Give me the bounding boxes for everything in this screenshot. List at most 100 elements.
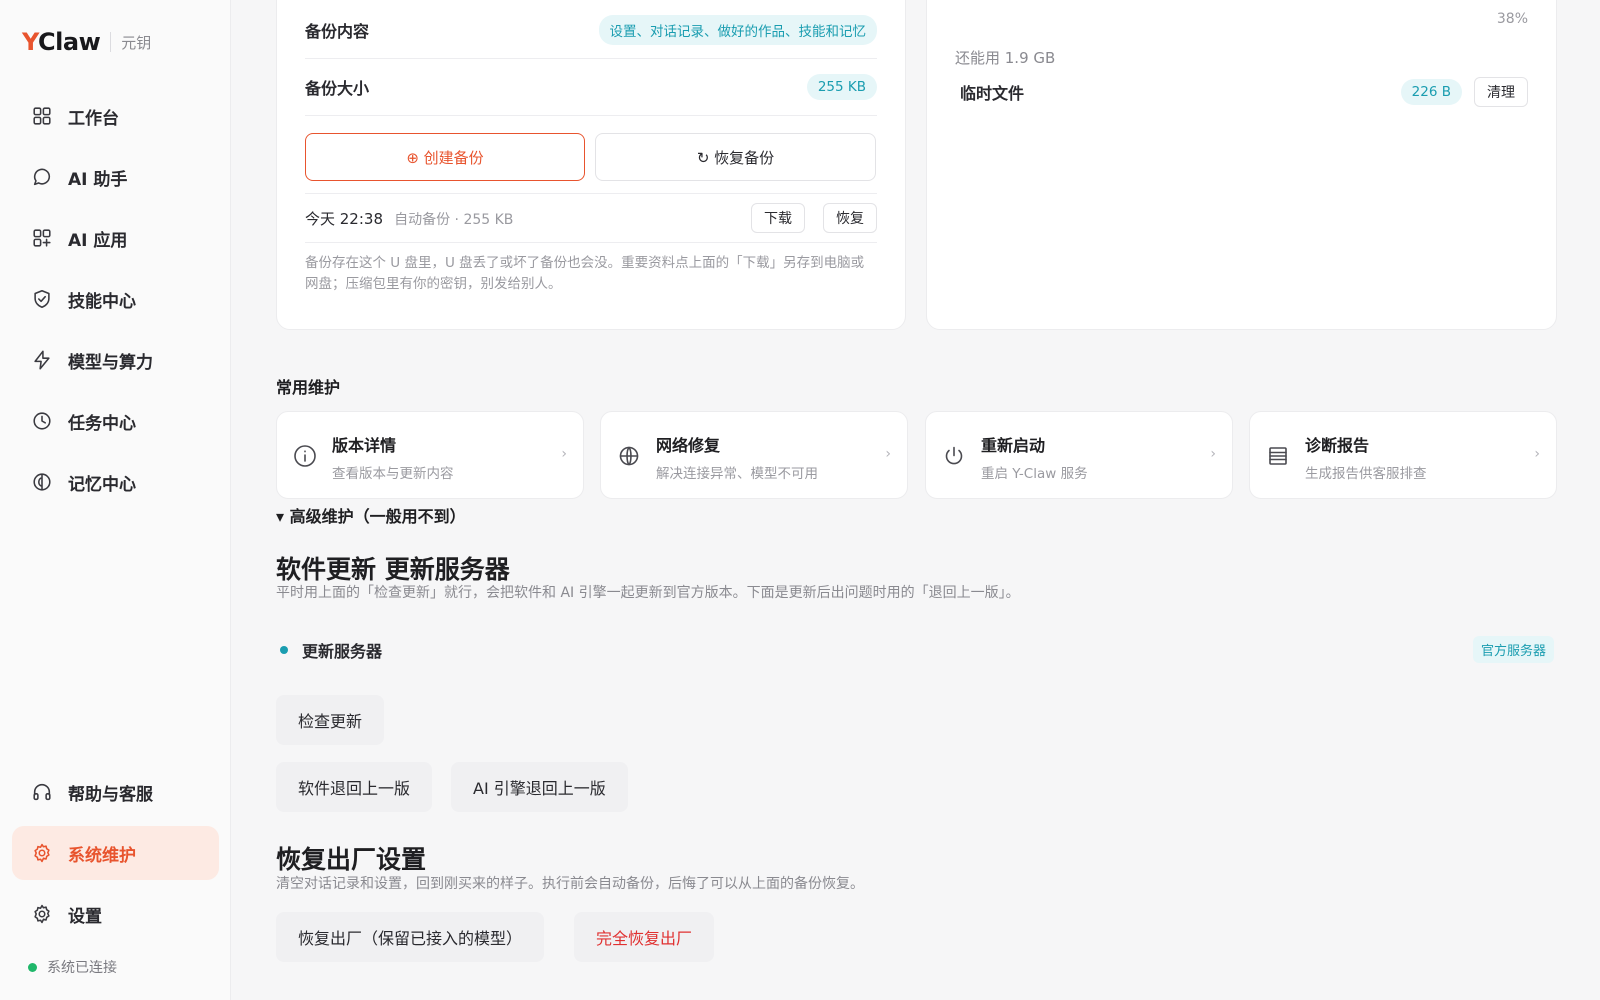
factory-reset-desc: 清空对话记录和设置，回到刚买来的样子。执行前会自动备份，后悔了可以从上面的备份恢… xyxy=(276,876,864,892)
storage-card: 38% 还能用 1.9 GB 临时文件 226 B 清理 xyxy=(926,0,1557,330)
server-status-dot xyxy=(280,646,288,654)
sidebar-item-label: 技能中心 xyxy=(68,291,136,312)
sidebar-item-label: 系统维护 xyxy=(68,845,136,866)
sidebar-item-label: 任务中心 xyxy=(68,413,136,434)
brand[interactable]: YClaw 元钥 xyxy=(22,28,151,56)
chevron-right-icon: › xyxy=(885,446,891,462)
software-update-desc: 平时用上面的「检查更新」就行，会把软件和 AI 引擎一起更新到官方版本。下面是更… xyxy=(276,585,1020,601)
chevron-right-icon: › xyxy=(1210,446,1216,462)
factory-reset-title: 恢复出厂设置 xyxy=(276,845,427,874)
backup-card: 备份内容 设置、对话记录、做好的作品、技能和记忆 备份大小 255 KB ⊕ 创… xyxy=(276,0,906,330)
update-server-row: 更新服务器 xyxy=(280,638,382,662)
sidebar-item-label: AI 应用 xyxy=(68,230,128,251)
card-title: 重新启动 xyxy=(981,436,1046,455)
sidebar-item-label: 模型与算力 xyxy=(68,352,153,373)
sidebar-item-ai-assistant[interactable]: AI 助手 xyxy=(12,150,219,204)
sidebar-item-help[interactable]: 帮助与客服 xyxy=(12,765,219,819)
storage-percent: 38% xyxy=(1496,11,1528,27)
nav-bottom: 帮助与客服 系统维护 设置 xyxy=(12,765,219,948)
restart-card[interactable]: 重新启动 重启 Y-Claw 服务 › xyxy=(925,411,1233,499)
sidebar-item-settings[interactable]: 设置 xyxy=(12,887,219,941)
backup-content-row: 备份内容 设置、对话记录、做好的作品、技能和记忆 xyxy=(305,1,877,59)
temp-files-size: 226 B xyxy=(1400,79,1462,105)
backup-size-label: 备份大小 xyxy=(305,79,370,98)
download-backup-button[interactable]: 下载 xyxy=(751,203,805,233)
apps-icon xyxy=(30,226,54,250)
chevron-right-icon: › xyxy=(1534,446,1540,462)
chevron-right-icon: › xyxy=(561,446,567,462)
brand-logo: YClaw xyxy=(22,28,101,56)
brand-divider xyxy=(110,32,112,52)
globe-icon xyxy=(617,444,641,468)
temp-files-row: 临时文件 226 B 清理 xyxy=(960,69,1528,115)
backup-size-row: 备份大小 255 KB xyxy=(305,59,877,116)
gear-icon xyxy=(30,902,54,926)
restore-backup-button[interactable]: ↻ 恢复备份 xyxy=(595,133,876,181)
update-server-label: 更新服务器 xyxy=(302,642,383,661)
card-desc: 查看版本与更新内容 xyxy=(332,466,454,482)
info-icon xyxy=(293,444,317,468)
headset-icon xyxy=(30,780,54,804)
restore-this-backup-button[interactable]: 恢复 xyxy=(823,203,877,233)
brand-subtitle: 元钥 xyxy=(121,33,152,52)
sidebar-item-workbench[interactable]: 工作台 xyxy=(12,89,219,143)
status-text: 系统已连接 xyxy=(47,960,117,976)
clean-temp-button[interactable]: 清理 xyxy=(1474,77,1528,107)
sidebar-item-label: 设置 xyxy=(68,906,102,927)
power-icon xyxy=(942,444,966,468)
nav-main: 工作台 AI 助手 AI 应用 技能中心 模型与算力 任务中心 记忆中心 xyxy=(12,89,219,516)
check-update-button[interactable]: 检查更新 xyxy=(276,695,385,745)
card-desc: 生成报告供客服排查 xyxy=(1305,466,1427,482)
card-title: 版本详情 xyxy=(332,436,397,455)
temp-files-label: 临时文件 xyxy=(960,84,1025,103)
storage-remaining: 还能用 1.9 GB xyxy=(955,49,1056,67)
clock-icon xyxy=(30,409,54,433)
sidebar-item-label: AI 助手 xyxy=(68,169,128,190)
card-title: 诊断报告 xyxy=(1305,436,1370,455)
card-title: 网络修复 xyxy=(656,436,721,455)
backup-meta: 自动备份 · 255 KB xyxy=(394,211,514,228)
advanced-toggle[interactable]: ▾ 高级维护（一般用不到） xyxy=(276,503,466,527)
bolt-icon xyxy=(30,348,54,372)
maintenance-title: 常用维护 xyxy=(276,378,341,397)
backup-content-label: 备份内容 xyxy=(305,21,370,41)
sidebar-item-ai-apps[interactable]: AI 应用 xyxy=(12,211,219,265)
shield-icon xyxy=(30,287,54,311)
diagnostic-report-card[interactable]: 诊断报告 生成报告供客服排查 › xyxy=(1249,411,1557,499)
gear-icon xyxy=(30,841,54,865)
sidebar: YClaw 元钥 工作台 AI 助手 AI 应用 技能中心 模型与算力 任务中心 xyxy=(0,0,231,1000)
factory-reset-keep-models-button[interactable]: 恢复出厂（保留已接入的模型） xyxy=(276,912,545,962)
sidebar-item-label: 帮助与客服 xyxy=(68,784,153,805)
sidebar-item-label: 工作台 xyxy=(68,108,119,129)
full-factory-reset-button[interactable]: 完全恢复出厂 xyxy=(574,912,715,962)
network-repair-card[interactable]: 网络修复 解决连接异常、模型不可用 › xyxy=(600,411,908,499)
rollback-software-button[interactable]: 软件退回上一版 xyxy=(276,762,433,812)
main-content: 备份内容 设置、对话记录、做好的作品、技能和记忆 备份大小 255 KB ⊕ 创… xyxy=(231,0,1600,1000)
backup-time: 今天 22:38 xyxy=(305,209,383,228)
card-desc: 解决连接异常、模型不可用 xyxy=(656,466,818,482)
backup-size-tag: 255 KB xyxy=(806,74,877,100)
sidebar-item-label: 记忆中心 xyxy=(68,474,136,495)
rollback-ai-engine-button[interactable]: AI 引擎退回上一版 xyxy=(451,762,628,812)
sidebar-item-memory[interactable]: 记忆中心 xyxy=(12,455,219,509)
sidebar-item-models[interactable]: 模型与算力 xyxy=(12,333,219,387)
version-details-card[interactable]: 版本详情 查看版本与更新内容 › xyxy=(276,411,584,499)
chat-icon xyxy=(30,165,54,189)
create-backup-button[interactable]: ⊕ 创建备份 xyxy=(305,133,585,181)
connection-status: 系统已连接 xyxy=(28,957,117,977)
sidebar-item-tasks[interactable]: 任务中心 xyxy=(12,394,219,448)
backup-history-row: 今天 22:38 自动备份 · 255 KB 下载 恢复 xyxy=(305,193,877,243)
temp-files-actions: 226 B 清理 xyxy=(1400,77,1528,107)
card-desc: 重启 Y-Claw 服务 xyxy=(981,466,1088,482)
software-update-title: 软件更新 更新服务器 xyxy=(276,555,510,584)
status-dot xyxy=(28,962,37,972)
backup-history-actions: 下载 恢复 xyxy=(751,203,877,233)
sidebar-item-maintenance[interactable]: 系统维护 xyxy=(12,826,219,880)
backup-history-info: 今天 22:38 自动备份 · 255 KB xyxy=(305,208,513,229)
backup-note: 备份存在这个 U 盘里，U 盘丢了或坏了备份也会没。重要资料点上面的「下载」另存… xyxy=(305,255,865,292)
backup-content-tag: 设置、对话记录、做好的作品、技能和记忆 xyxy=(598,14,877,45)
grid-icon xyxy=(30,104,54,128)
memory-icon xyxy=(30,470,54,494)
sidebar-item-skills[interactable]: 技能中心 xyxy=(12,272,219,326)
official-server-tag: 官方服务器 xyxy=(1472,636,1554,663)
